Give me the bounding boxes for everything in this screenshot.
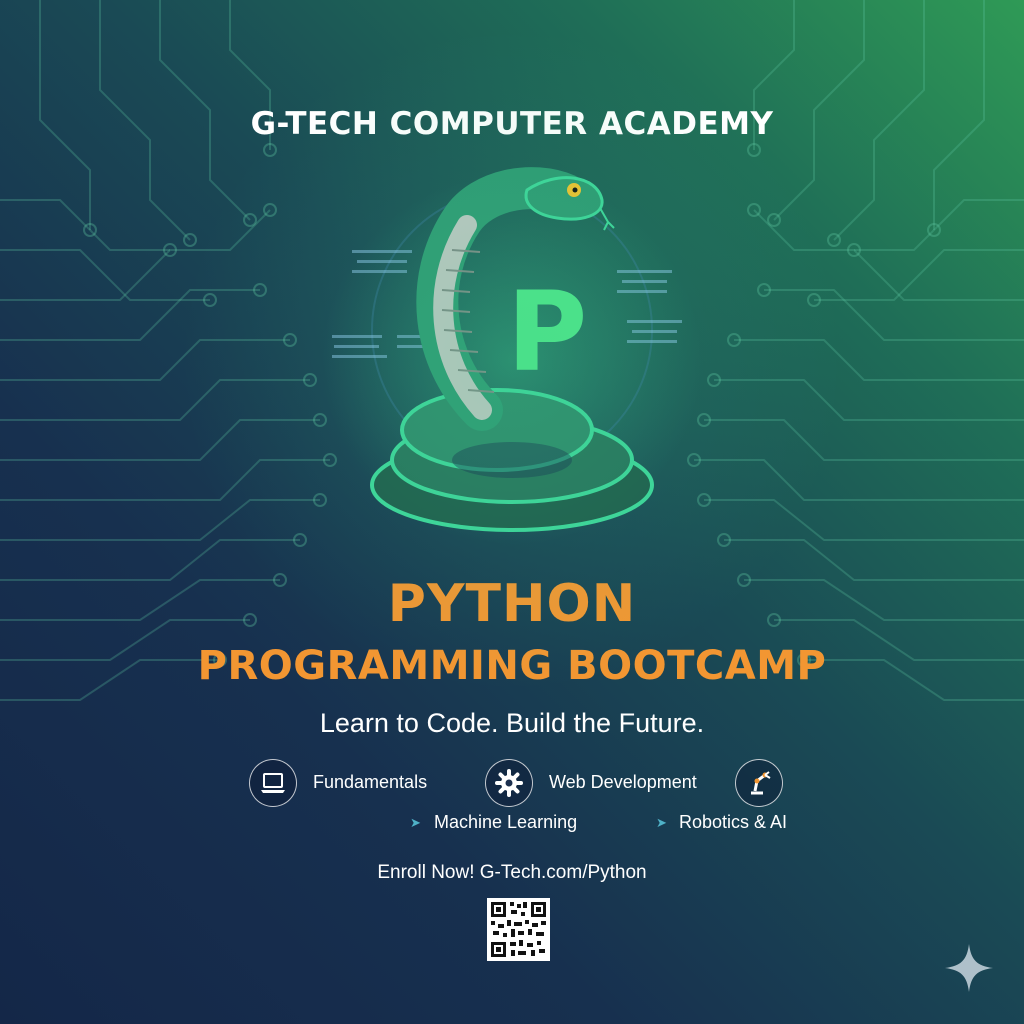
title-line-1: PYTHON (387, 574, 637, 634)
feature-web-development: Web Development (549, 772, 697, 792)
feature-robotics-ai: Robotics & AI (679, 812, 788, 832)
feature-machine-learning: Machine Learning (434, 812, 578, 832)
python-snake-illustration: P (322, 167, 702, 545)
poster: G-TECH COMPUTER ACADEMY P PYTHON PROGRAM… (0, 0, 1024, 1024)
gear-icon (485, 759, 533, 807)
arrow-bullet-icon: ➤ (656, 815, 667, 830)
sparkle-icon (945, 944, 993, 992)
qr-code[interactable] (487, 898, 550, 961)
arrow-bullet-icon: ➤ (410, 815, 421, 830)
python-logo-letter: P (507, 268, 588, 396)
feature-fundamentals: Fundamentals (313, 772, 428, 792)
academy-name: G-TECH COMPUTER ACADEMY (250, 106, 774, 142)
tagline: Learn to Code. Build the Future. (319, 708, 705, 738)
laptop-icon (249, 759, 297, 807)
enroll-link[interactable]: Enroll Now! G-Tech.com/Python (0, 862, 1024, 884)
robot-arm-icon (735, 759, 783, 807)
title-line-2: PROGRAMMING BOOTCAMP (197, 643, 827, 689)
